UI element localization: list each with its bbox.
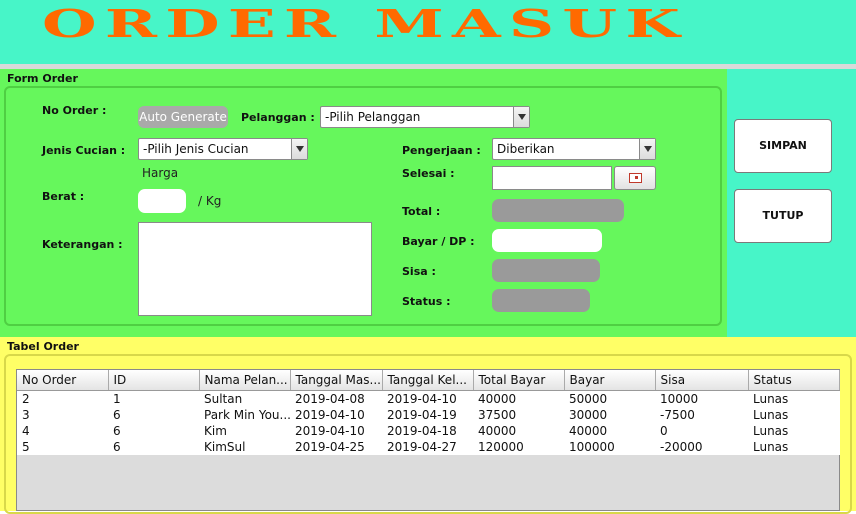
table-cell: KimSul: [204, 439, 246, 454]
table-cell: Sultan: [204, 391, 243, 406]
table-row[interactable]: 3 6 Park Min You... 2019-04-10 2019-04-1…: [17, 407, 839, 423]
berat-label: Berat :: [42, 190, 85, 203]
table-cell: Park Min You...: [204, 407, 290, 422]
table-cell: 2019-04-08: [295, 391, 365, 406]
jenis-cucian-label: Jenis Cucian :: [42, 144, 126, 157]
header-bar: ORDER MASUK: [0, 0, 856, 64]
table-cell: 30000: [569, 407, 608, 422]
selesai-label: Selesai :: [402, 167, 455, 180]
table-cell: 6: [113, 407, 121, 422]
table-header-row: No Order ID Nama Pelan... Tanggal Mas...…: [17, 370, 840, 391]
table-cell: 5: [22, 439, 30, 454]
order-table[interactable]: No Order ID Nama Pelan... Tanggal Mas...…: [17, 370, 840, 455]
total-field: [492, 199, 624, 222]
table-cell: 6: [113, 423, 121, 438]
chevron-down-icon[interactable]: [639, 139, 655, 159]
table-cell: Lunas: [753, 439, 789, 454]
order-table-container[interactable]: No Order ID Nama Pelan... Tanggal Mas...…: [16, 369, 840, 511]
keterangan-textarea[interactable]: [138, 222, 372, 316]
column-header[interactable]: Status: [748, 370, 840, 391]
table-cell: 100000: [569, 439, 615, 454]
date-picker-button[interactable]: [614, 166, 656, 190]
table-cell: 50000: [569, 391, 608, 406]
table-cell: 40000: [569, 423, 608, 438]
column-header[interactable]: Bayar: [564, 370, 656, 391]
table-cell: 10000: [660, 391, 699, 406]
selesai-date-input[interactable]: [492, 166, 612, 190]
table-cell: 40000: [478, 423, 517, 438]
no-order-label: No Order :: [42, 104, 107, 117]
status-label: Status :: [402, 295, 451, 308]
table-cell: 120000: [478, 439, 524, 454]
chevron-down-icon[interactable]: [513, 107, 529, 127]
table-cell: 3: [22, 407, 30, 422]
bayar-input[interactable]: [492, 229, 602, 252]
table-cell: 6: [113, 439, 121, 454]
chevron-down-icon[interactable]: [291, 139, 307, 159]
table-row[interactable]: 5 6 KimSul 2019-04-25 2019-04-27 120000 …: [17, 439, 839, 455]
total-label: Total :: [402, 205, 441, 218]
column-header[interactable]: ID: [108, 370, 200, 391]
pelanggan-select-value: -Pilih Pelanggan: [325, 110, 421, 124]
table-row[interactable]: 2 1 Sultan 2019-04-08 2019-04-10 40000 5…: [17, 390, 839, 407]
table-cell: Lunas: [753, 423, 789, 438]
berat-unit-label: / Kg: [198, 194, 222, 208]
table-cell: 2019-04-10: [387, 391, 457, 406]
berat-input[interactable]: [138, 189, 186, 213]
sisa-field: [492, 259, 600, 282]
column-header[interactable]: Tanggal Kel...: [382, 370, 474, 391]
table-cell: -7500: [660, 407, 695, 422]
column-header[interactable]: Tanggal Mas...: [290, 370, 383, 391]
pengerjaan-select[interactable]: Diberikan: [492, 138, 656, 160]
table-cell: 4: [22, 423, 30, 438]
sisa-label: Sisa :: [402, 265, 436, 278]
no-order-field: Auto Generate: [138, 106, 228, 128]
jenis-cucian-select[interactable]: -Pilih Jenis Cucian: [138, 138, 308, 160]
table-cell: 1: [113, 391, 121, 406]
pelanggan-select[interactable]: -Pilih Pelanggan: [320, 106, 530, 128]
table-cell: 2019-04-19: [387, 407, 457, 422]
table-cell: 0: [660, 423, 668, 438]
keterangan-label: Keterangan :: [42, 238, 123, 251]
pengerjaan-select-value: Diberikan: [497, 142, 555, 156]
table-cell: 2019-04-18: [387, 423, 457, 438]
simpan-button[interactable]: SIMPAN: [734, 119, 832, 173]
table-cell: Kim: [204, 423, 227, 438]
page-title: ORDER MASUK: [42, 1, 689, 46]
column-header[interactable]: Nama Pelan...: [199, 370, 291, 391]
table-cell: 37500: [478, 407, 517, 422]
table-cell: -20000: [660, 439, 703, 454]
column-header[interactable]: No Order: [17, 370, 109, 391]
table-cell: 40000: [478, 391, 517, 406]
table-cell: 2019-04-25: [295, 439, 365, 454]
bayar-label: Bayar / DP :: [402, 235, 475, 248]
table-cell: Lunas: [753, 391, 789, 406]
tutup-button[interactable]: TUTUP: [734, 189, 832, 243]
table-cell: 2019-04-10: [295, 407, 365, 422]
column-header[interactable]: Total Bayar: [473, 370, 565, 391]
pelanggan-label: Pelanggan :: [241, 111, 315, 124]
column-header[interactable]: Sisa: [655, 370, 749, 391]
calendar-icon: [629, 173, 642, 183]
table-cell: Lunas: [753, 407, 789, 422]
harga-label: Harga: [142, 166, 179, 180]
jenis-cucian-select-value: -Pilih Jenis Cucian: [143, 142, 249, 156]
pengerjaan-label: Pengerjaan :: [402, 144, 481, 157]
table-section-label: Tabel Order: [7, 340, 79, 353]
table-cell: 2019-04-10: [295, 423, 365, 438]
form-section-label: Form Order: [7, 72, 78, 85]
table-cell: 2: [22, 391, 30, 406]
table-cell: 2019-04-27: [387, 439, 457, 454]
table-row[interactable]: 4 6 Kim 2019-04-10 2019-04-18 40000 4000…: [17, 423, 839, 439]
status-field: [492, 289, 590, 312]
